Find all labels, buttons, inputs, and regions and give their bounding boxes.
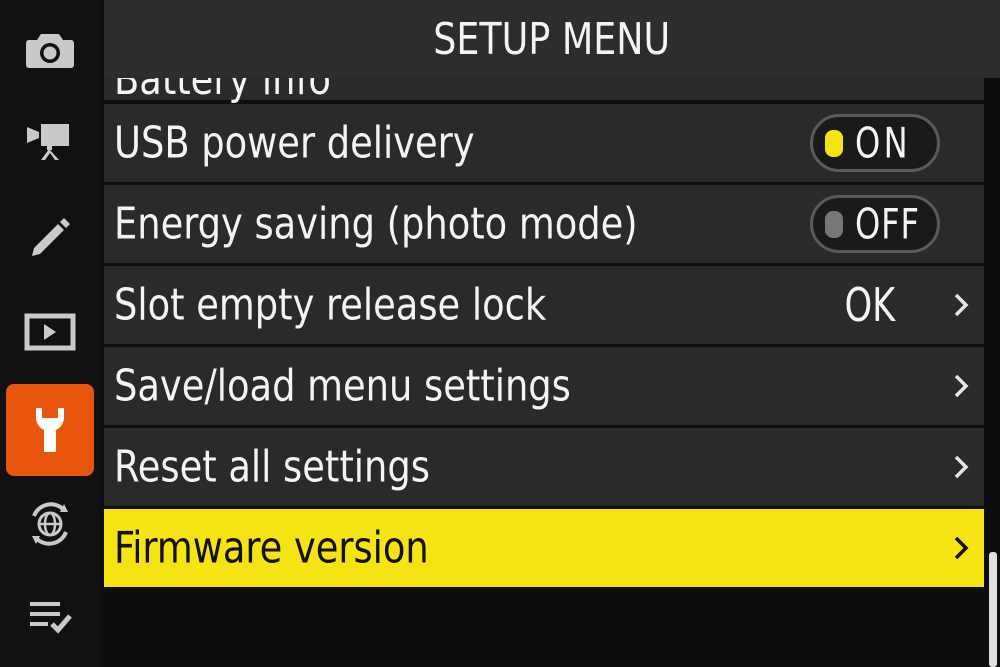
playback-menu-tab[interactable] [0, 290, 100, 374]
checklist-icon [30, 602, 72, 634]
page-title: SETUP MENU [433, 13, 671, 65]
photo-shooting-menu-tab[interactable] [0, 8, 100, 92]
menu-header: SETUP MENU [104, 0, 1000, 78]
usb-power-delivery-toggle[interactable]: ON [810, 114, 940, 172]
my-menu-tab[interactable] [0, 574, 100, 658]
chevron-right-icon [946, 533, 976, 563]
toggle-knob [825, 211, 843, 238]
camera-icon [26, 34, 74, 68]
menu-item-slot-empty-release-lock[interactable]: Slot empty release lock OK [104, 266, 984, 344]
menu-item-label: Battery info [114, 78, 331, 105]
energy-saving-toggle[interactable]: OFF [810, 195, 940, 253]
menu-item-firmware-version[interactable]: Firmware version [104, 509, 984, 587]
custom-settings-menu-tab[interactable] [0, 194, 100, 278]
camera-menu-screen: SETUP MENU Battery info USB power delive… [0, 0, 1000, 667]
video-recording-menu-tab[interactable] [0, 98, 100, 182]
scrollbar-thumb[interactable] [989, 552, 997, 667]
menu-item-value: OK [844, 278, 896, 332]
menu-item-reset-all-settings[interactable]: Reset all settings [104, 428, 984, 506]
menu-scrollbar[interactable] [986, 78, 1000, 667]
pencil-icon [32, 218, 70, 256]
wrench-icon [36, 408, 64, 452]
toggle-knob [825, 130, 843, 157]
toggle-state-label: ON [855, 118, 912, 168]
menu-item-label: USB power delivery [114, 117, 475, 169]
chevron-right-icon [946, 290, 976, 320]
menu-item-label: Slot empty release lock [114, 279, 547, 331]
chevron-right-icon [946, 371, 976, 401]
menu-item-usb-power-delivery[interactable]: USB power delivery ON [104, 104, 984, 182]
menu-item-save-load-menu-settings[interactable]: Save/load menu settings [104, 347, 984, 425]
playback-icon [24, 313, 76, 351]
network-menu-tab[interactable] [0, 482, 100, 566]
globe-network-icon [32, 502, 68, 546]
chevron-right-icon [946, 452, 976, 482]
menu-item-label: Firmware version [114, 522, 429, 574]
movie-camera-icon [27, 124, 69, 160]
setup-menu-list: Battery info USB power delivery ON Energ… [104, 78, 984, 667]
setup-menu-tab[interactable] [6, 384, 94, 476]
menu-item-battery-info[interactable]: Battery info [104, 78, 984, 105]
menu-item-label: Reset all settings [114, 441, 430, 493]
toggle-state-label: OFF [855, 199, 920, 249]
menu-item-energy-saving[interactable]: Energy saving (photo mode) OFF [104, 185, 984, 263]
menu-item-label: Save/load menu settings [114, 360, 571, 412]
menu-item-label: Energy saving (photo mode) [114, 198, 638, 250]
menu-tab-column [0, 0, 100, 667]
